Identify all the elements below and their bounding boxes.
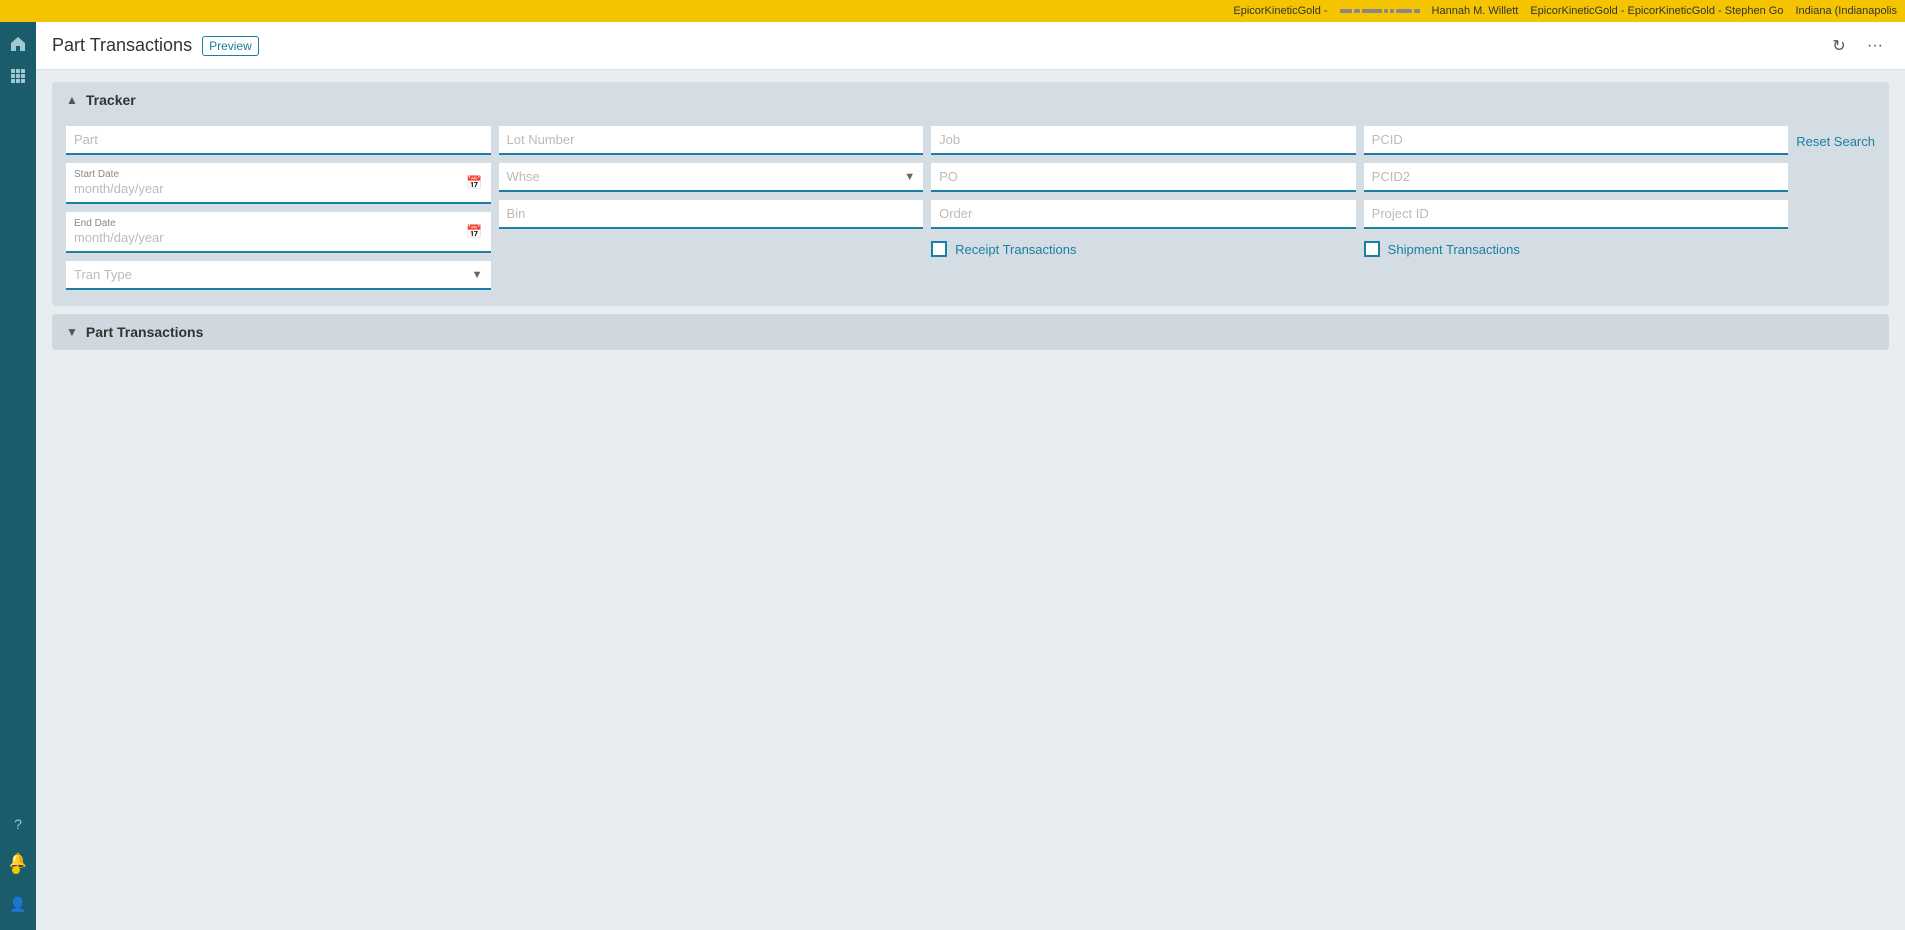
po-field[interactable]: [931, 163, 1356, 192]
end-date-label: End Date: [74, 218, 462, 230]
tran-type-label: Tran Type: [74, 267, 132, 282]
sidebar-home-icon[interactable]: [4, 30, 32, 58]
sidebar: ? 🔔 👤: [0, 22, 36, 930]
end-date-calendar-icon[interactable]: 📅: [466, 224, 482, 240]
page-title: Part Transactions: [52, 35, 192, 56]
more-options-button[interactable]: ···: [1861, 32, 1889, 60]
part-transactions-section-title: Part Transactions: [86, 324, 204, 340]
top-bar-app: EpicorKineticGold -: [1233, 5, 1327, 17]
sidebar-bottom: ? 🔔 👤: [4, 810, 32, 930]
pcid-input[interactable]: [1372, 132, 1781, 147]
top-bar-user: Hannah M. Willett: [1432, 5, 1519, 17]
notification-dot: [12, 866, 20, 874]
tracker-section-header[interactable]: ▲ Tracker: [52, 82, 1889, 118]
bin-input[interactable]: [507, 206, 916, 221]
page-header: Part Transactions Preview ↻ ···: [36, 22, 1905, 70]
start-date-label: Start Date: [74, 169, 462, 181]
top-bar: EpicorKineticGold - Hannah M. Willett Ep…: [0, 0, 1905, 22]
pcid2-input[interactable]: [1372, 169, 1781, 184]
receipt-transactions-row[interactable]: Receipt Transactions: [931, 237, 1356, 261]
lot-number-field[interactable]: [499, 126, 924, 155]
tran-type-dropdown-icon: ▼: [472, 269, 483, 281]
part-transactions-section-header[interactable]: ▼ Part Transactions: [52, 314, 1889, 350]
sidebar-user-icon[interactable]: 👤: [4, 890, 32, 918]
end-date-input[interactable]: [74, 230, 250, 245]
whse-dropdown-icon: ▼: [904, 171, 915, 183]
whse-label: Whse: [507, 169, 540, 184]
form-col-4: Shipment Transactions: [1364, 126, 1789, 261]
form-col-1: Start Date 📅 End Date 📅: [66, 126, 491, 290]
end-date-field[interactable]: End Date 📅: [66, 212, 491, 253]
job-field[interactable]: [931, 126, 1356, 155]
page-content: ▲ Tracker Start Date: [36, 70, 1905, 930]
form-col-2: Whse ▼: [499, 126, 924, 229]
order-input[interactable]: [939, 206, 1348, 221]
bin-field[interactable]: [499, 200, 924, 229]
start-date-field[interactable]: Start Date 📅: [66, 163, 491, 204]
pcid-field[interactable]: [1364, 126, 1789, 155]
preview-badge: Preview: [202, 36, 259, 56]
tracker-section: ▲ Tracker Start Date: [52, 82, 1889, 306]
tracker-chevron-icon: ▲: [66, 93, 78, 107]
part-field[interactable]: [66, 126, 491, 155]
part-input[interactable]: [74, 132, 483, 147]
tran-type-field[interactable]: Tran Type ▼: [66, 261, 491, 290]
start-date-input[interactable]: [74, 181, 250, 196]
part-transactions-section: ▼ Part Transactions: [52, 314, 1889, 350]
part-transactions-chevron-icon: ▼: [66, 325, 78, 339]
job-input[interactable]: [939, 132, 1348, 147]
form-col-3: Receipt Transactions: [931, 126, 1356, 261]
top-bar-env: EpicorKineticGold - EpicorKineticGold - …: [1530, 5, 1783, 17]
start-date-calendar-icon[interactable]: 📅: [466, 175, 482, 191]
project-id-field[interactable]: [1364, 200, 1789, 229]
top-bar-location: Indiana (Indianapolis: [1795, 5, 1897, 17]
top-bar-loading: [1340, 5, 1420, 17]
sidebar-apps-icon[interactable]: [4, 62, 32, 90]
shipment-transactions-row[interactable]: Shipment Transactions: [1364, 237, 1789, 261]
tracker-body: Start Date 📅 End Date 📅: [52, 118, 1889, 306]
shipment-transactions-label: Shipment Transactions: [1388, 242, 1520, 257]
whse-field[interactable]: Whse ▼: [499, 163, 924, 192]
project-id-input[interactable]: [1372, 206, 1781, 221]
form-col-5: Reset Search: [1796, 126, 1875, 149]
tracker-section-title: Tracker: [86, 92, 136, 108]
receipt-transactions-label: Receipt Transactions: [955, 242, 1076, 257]
reset-search-button[interactable]: Reset Search: [1796, 126, 1875, 149]
refresh-button[interactable]: ↻: [1825, 32, 1853, 60]
lot-number-input[interactable]: [507, 132, 916, 147]
pcid2-field[interactable]: [1364, 163, 1789, 192]
sidebar-help-icon[interactable]: ?: [4, 810, 32, 838]
order-field[interactable]: [931, 200, 1356, 229]
po-input[interactable]: [939, 169, 1348, 184]
shipment-transactions-checkbox[interactable]: [1364, 241, 1380, 257]
receipt-transactions-checkbox[interactable]: [931, 241, 947, 257]
